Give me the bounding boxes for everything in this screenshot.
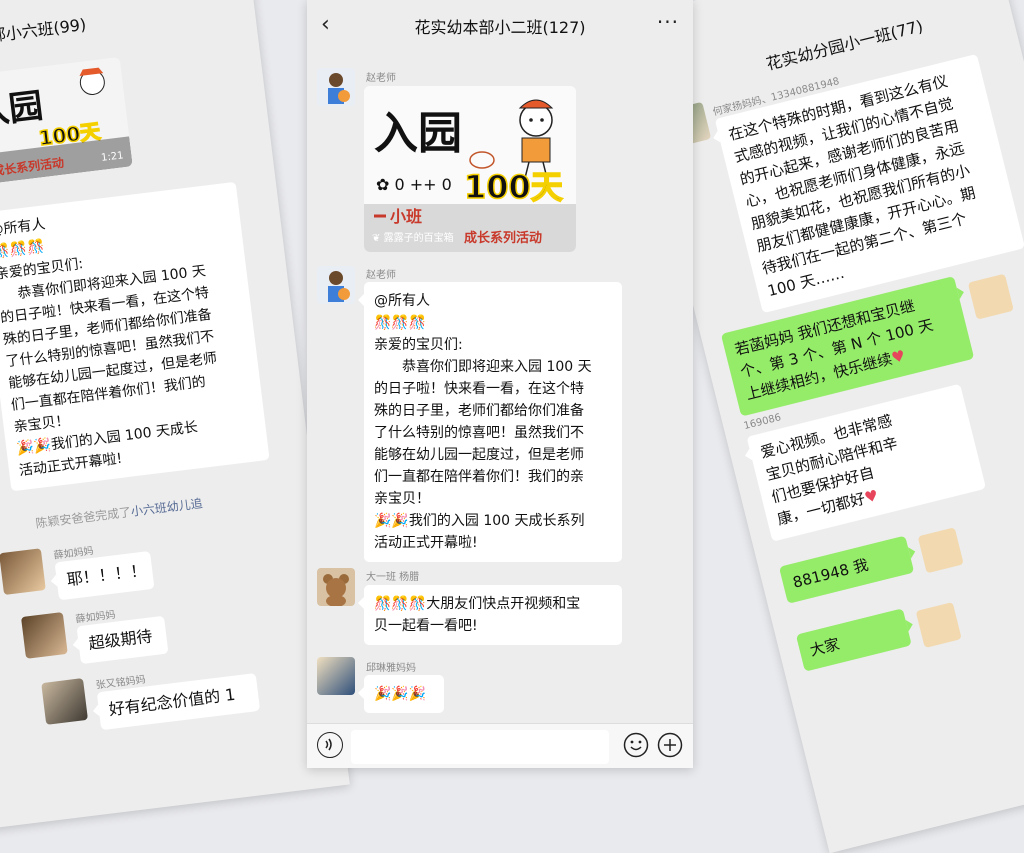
emoji-icon[interactable] [623,732,649,758]
system-notice-text: 陈颖安爸爸完成了 [34,505,132,531]
bubble-line: 亲爱的宝贝们: [374,337,463,353]
heart-emoji: ♥ [862,486,881,507]
right-msg5-bubble: 大家 [795,608,912,672]
msg3-avatar[interactable] [317,568,355,606]
left-msg3-avatar[interactable] [20,612,68,659]
poster-sub-text: 小班 [390,207,422,226]
poster-illustration: 入园 100天 成长系列活动 [0,67,133,186]
poster-100-text: 100天 [464,168,563,206]
message-input[interactable] [351,730,609,764]
poster-watermark: ❦ 露露子的百宝箱 [372,229,454,244]
teacher-avatar-icon [328,73,350,104]
butterfly-icon: ❦ [372,233,381,244]
bubble-line: 了什么特别的惊喜吧！虽然我们不 [374,425,584,441]
bubble-line: 们一直都在陪伴着你们！我们的亲 [374,469,584,485]
more-options-icon[interactable]: ··· [657,10,679,34]
bubble-line: @所有人 [374,293,430,309]
voice-input-icon[interactable] [317,732,343,758]
teddy-bear-avatar-icon [323,574,349,606]
msg2-sender: 赵老师 [366,270,396,281]
msg2-bubble: @所有人 🎊🎊🎊 亲爱的宝贝们: 恭喜你们即将迎来入园 100 天 的日子啦！快… [358,282,622,562]
bubble-line: 贝一起看一看吧! [374,618,478,634]
bubble-line-text: 大朋友们快点开视频和宝 [426,596,581,612]
left-msg4-avatar[interactable] [41,678,88,725]
plus-icon[interactable] [657,732,683,758]
middle-chat-header: ‹ 花实幼本部小二班(127) ··· [307,0,693,52]
msg4-avatar[interactable] [317,657,355,695]
party-popper-emoji: 🎉🎉 [15,437,53,458]
msg2-avatar[interactable] [317,266,355,304]
msg3-bubble: 🎊🎊🎊大朋友们快点开视频和宝 贝一起看一看吧! [358,585,622,645]
left-msg1-bubble: @所有人 🎊🎊🎊 亲爱的宝贝们: 恭喜你们即将迎来入园 100 天 的日子啦！快… [0,181,270,492]
firecracker-emoji: 🎊🎊🎊 [374,315,427,331]
right-msg4-bubble: 881948 我 [778,535,915,604]
left-system-notice: 陈颖安爸爸完成了小六班幼儿追 [35,494,204,531]
bubble-line: 殊的日子里，老师们都给你们准备 [374,403,584,419]
bubble-line: 🎉🎉我们的入园 100 天成长系列 [374,510,612,532]
bubble-line: 的日子啦！快来看一看，在这个特 [374,381,584,397]
msg3-sender: 大一班 杨腊 [366,572,420,583]
party-popper-emoji: 🎉🎉 [374,513,409,529]
right-msg4-avatar[interactable] [917,527,964,574]
bubble-line: 🎊🎊🎊大朋友们快点开视频和宝 [374,593,612,615]
svg-text:✿ 0 ++ 0: ✿ 0 ++ 0 [376,175,452,194]
teacher-avatar-icon [328,271,350,302]
left-chat-title: 花实幼本部小六班(99) [0,14,88,54]
party-popper-emoji: 🎉🎉🎉 [374,686,427,702]
poster-watermark-text: 露露子的百宝箱 [383,233,454,244]
bubble-line: 亲宝贝！ [374,491,430,507]
poster-illustration: 入园 ✿ 0 ++ 0 100天 小班 成长系列活动 [364,86,576,252]
right-msg5-avatar[interactable] [915,602,962,649]
poster-main-text: 入园 [374,108,462,159]
bubble-line: 恭喜你们即将迎来入园 100 天 [402,359,592,375]
msg4-bubble: 🎉🎉🎉 [358,675,444,713]
msg1-sender: 赵老师 [366,73,396,84]
bubble-line: 🎊🎊🎊 [374,312,612,334]
system-notice-link[interactable]: 小六班幼儿追 [130,496,203,519]
left-chat-screen: 花实幼本部小六班(99) 入园 100天 成长系列活动 1:21 林艳 @所有人… [0,0,350,830]
video-poster[interactable]: 入园 ✿ 0 ++ 0 100天 小班 成长系列活动 ❦ 露露子的百宝箱 [364,86,576,252]
bubble-line: 活动正式开幕啦! [374,535,478,551]
msg4-sender: 邱琳雅妈妈 [366,663,416,674]
bubble-line: 能够在幼儿园一起度过，但是老师 [374,447,584,463]
left-video-poster[interactable]: 入园 100天 成长系列活动 1:21 [0,56,133,186]
middle-chat-screen: ‹ 花实幼本部小二班(127) ··· 赵老师 入园 ✿ 0 ++ 0 100天… [307,0,693,768]
right-msg3-bubble: 爱心视频。也非常感 宝贝的耐心陪伴和辛 们也要保护好自 康，一切都好♥ [746,383,987,542]
chat-input-bar [307,723,693,768]
left-msg2-avatar[interactable] [0,548,46,596]
poster-sub2-text: 成长系列活动 [464,230,542,246]
bubble-line-text: 我们的入园 100 天成长系列 [408,513,585,529]
right-msg2-avatar[interactable] [967,273,1014,320]
left-chat-header: 花实幼本部小六班(99) [0,0,254,53]
msg1-avatar[interactable] [317,68,355,106]
heart-emoji: ♥ [889,346,908,368]
firecracker-emoji: 🎊🎊🎊 [374,596,427,612]
middle-chat-title: 花实幼本部小二班(127) [414,18,586,37]
